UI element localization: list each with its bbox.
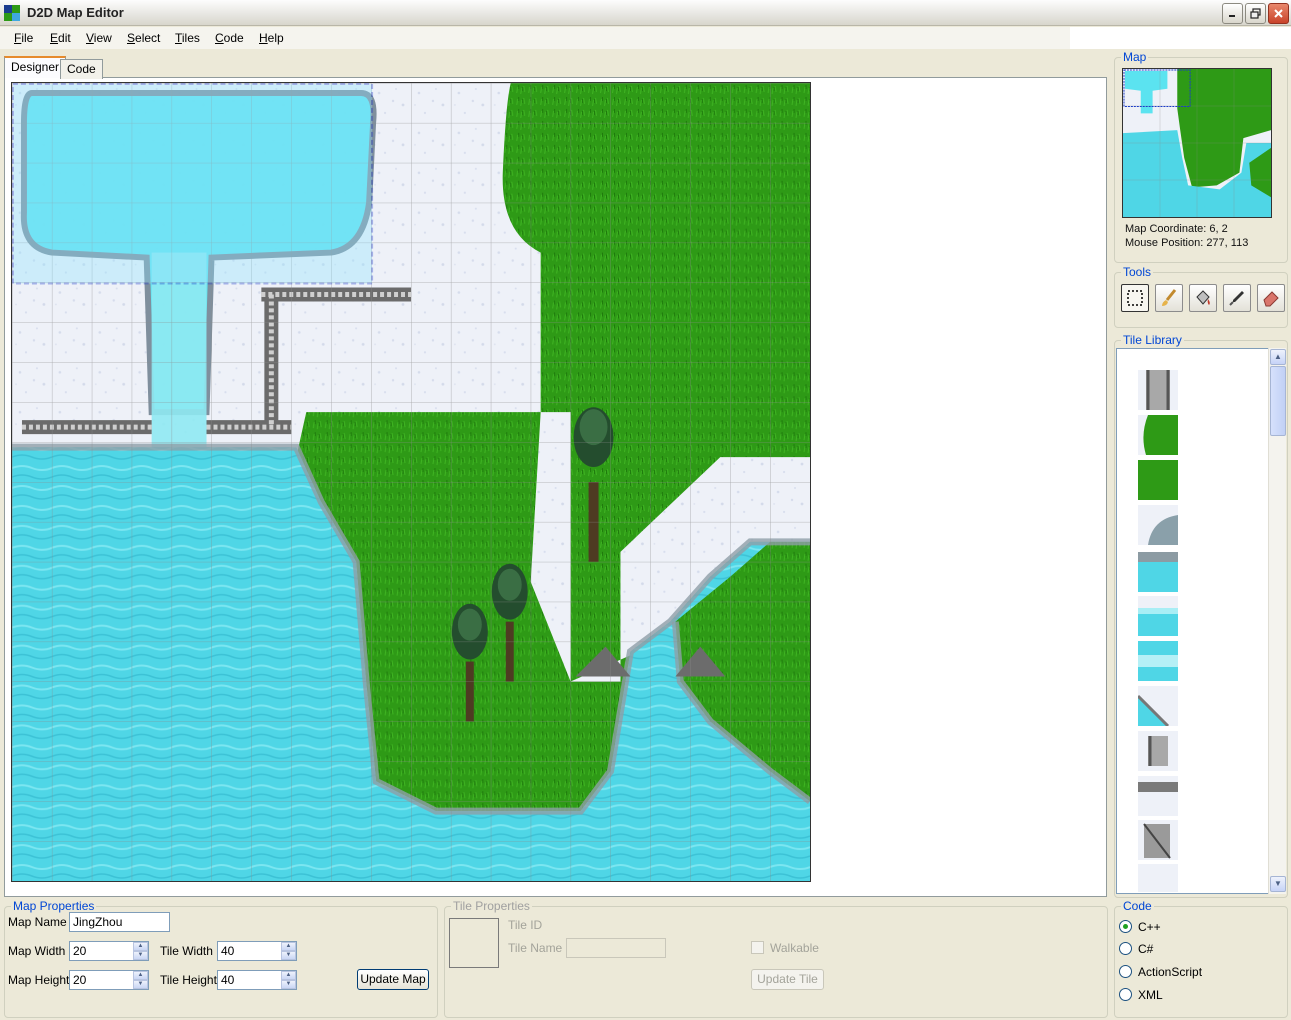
tile-preview — [449, 918, 499, 968]
tile-item[interactable] — [1138, 505, 1178, 545]
radio-csharp[interactable] — [1119, 942, 1132, 955]
map-height-spinner[interactable]: 20 ▲ ▼ — [69, 970, 149, 990]
menu-select[interactable]: Select — [127, 31, 160, 45]
radio-csharp-label: C# — [1138, 942, 1154, 956]
eyedropper-tool-button[interactable] — [1223, 284, 1251, 312]
menu-bar-spacer — [1070, 27, 1291, 49]
menu-tiles[interactable]: Tiles — [175, 31, 200, 45]
tile-width-spin-buttons[interactable]: ▲ ▼ — [281, 942, 296, 960]
tile-item[interactable] — [1138, 460, 1178, 500]
window-title: D2D Map Editor — [27, 5, 124, 20]
tile-width-spinner[interactable]: 40 ▲ ▼ — [217, 941, 297, 961]
map-coordinate-label: Map Coordinate: 6, 2 — [1125, 223, 1228, 235]
map-width-spinner[interactable]: 20 ▲ ▼ — [69, 941, 149, 961]
tile-id-label: Tile ID — [508, 918, 543, 932]
tile-name-input[interactable] — [566, 938, 666, 958]
map-name-label: Map Name — [8, 915, 67, 929]
tile-height-label: Tile Height — [160, 973, 217, 987]
tile-item[interactable] — [1138, 820, 1178, 860]
close-icon — [1274, 9, 1283, 18]
map-group-title: Map — [1121, 50, 1149, 64]
menu-help[interactable]: Help — [259, 31, 284, 45]
update-map-button[interactable]: Update Map — [357, 969, 429, 990]
tab-designer[interactable]: Designer — [4, 56, 67, 78]
map-height-value: 20 — [73, 973, 87, 987]
tab-code[interactable]: Code — [60, 59, 103, 79]
tile-item[interactable] — [1138, 641, 1178, 681]
tile-height-value: 40 — [221, 973, 235, 987]
menu-view[interactable]: View — [86, 31, 112, 45]
radio-xml-label: XML — [1138, 988, 1163, 1002]
map-canvas[interactable] — [11, 82, 811, 882]
update-tile-button[interactable]: Update Tile — [751, 969, 824, 990]
eraser-icon — [1263, 291, 1279, 307]
close-button[interactable] — [1268, 3, 1289, 24]
menu-file[interactable]: File — [14, 31, 33, 45]
tile-library-scrollbar[interactable]: ▲ ▼ — [1268, 348, 1286, 894]
menu-code[interactable]: Code — [215, 31, 244, 45]
selection-tool-button[interactable] — [1121, 284, 1149, 312]
tile-properties-group: Tile Properties — [444, 899, 1108, 1018]
walkable-label: Walkable — [770, 941, 819, 955]
tile-height-spinner[interactable]: 40 ▲ ▼ — [217, 970, 297, 990]
brush-icon — [1162, 289, 1177, 306]
app-icon — [4, 5, 20, 21]
tile-item[interactable] — [1138, 370, 1178, 410]
minimap[interactable] — [1122, 68, 1272, 218]
tile-item[interactable] — [1138, 731, 1178, 771]
scroll-up-button[interactable]: ▲ — [1270, 349, 1286, 365]
selection-icon — [1127, 290, 1143, 306]
tile-item[interactable] — [1138, 776, 1178, 816]
tile-item[interactable] — [1138, 415, 1178, 455]
paint-bucket-icon — [1196, 290, 1210, 305]
minimize-icon — [1229, 15, 1235, 17]
restore-button[interactable] — [1245, 3, 1266, 24]
radio-xml[interactable] — [1119, 988, 1132, 1001]
scroll-thumb[interactable] — [1270, 366, 1286, 436]
map-width-value: 20 — [73, 944, 87, 958]
tile-height-spin-buttons[interactable]: ▲ ▼ — [281, 971, 296, 989]
tile-library-title: Tile Library — [1121, 333, 1184, 347]
radio-actionscript-label: ActionScript — [1138, 965, 1203, 979]
tile-properties-title: Tile Properties — [451, 899, 532, 913]
walkable-checkbox[interactable] — [751, 941, 764, 954]
code-group-title: Code — [1121, 899, 1154, 913]
tile-item[interactable] — [1138, 596, 1178, 636]
map-name-input[interactable] — [69, 912, 170, 932]
eraser-tool-button[interactable] — [1257, 284, 1285, 312]
radio-actionscript[interactable] — [1119, 965, 1132, 978]
title-bar[interactable]: D2D Map Editor — [0, 0, 1291, 26]
map-height-label: Map Height — [8, 973, 70, 987]
radio-cpp[interactable] — [1119, 920, 1132, 933]
scroll-down-button[interactable]: ▼ — [1270, 876, 1286, 892]
eyedropper-icon — [1229, 291, 1244, 306]
tile-width-label: Tile Width — [160, 944, 213, 958]
restore-icon — [1250, 8, 1261, 19]
tile-width-value: 40 — [221, 944, 235, 958]
menu-edit[interactable]: Edit — [50, 31, 71, 45]
map-width-spin-buttons[interactable]: ▲ ▼ — [133, 942, 148, 960]
tile-item[interactable] — [1138, 552, 1178, 592]
brush-tool-button[interactable] — [1155, 284, 1183, 312]
map-height-spin-buttons[interactable]: ▲ ▼ — [133, 971, 148, 989]
map-properties-title: Map Properties — [11, 899, 97, 913]
mouse-position-label: Mouse Position: 277, 113 — [1125, 237, 1249, 249]
map-width-label: Map Width — [8, 944, 66, 958]
tile-name-label: Tile Name — [508, 941, 563, 955]
minimize-button[interactable] — [1222, 3, 1243, 24]
fill-bucket-tool-button[interactable] — [1189, 284, 1217, 312]
tile-item[interactable] — [1138, 864, 1178, 892]
radio-cpp-label: C++ — [1138, 920, 1161, 934]
tools-group-title: Tools — [1121, 265, 1154, 279]
tile-item[interactable] — [1138, 686, 1178, 726]
